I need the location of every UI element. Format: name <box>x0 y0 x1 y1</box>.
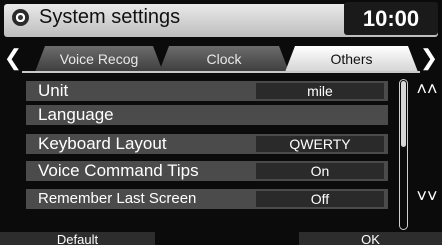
tab-divider <box>22 71 420 73</box>
tab-clock[interactable]: Clock <box>159 46 289 72</box>
setting-row-keyboard-layout[interactable]: Keyboard Layout QWERTY <box>26 134 388 154</box>
setting-row-language[interactable]: Language <box>26 105 388 125</box>
setting-label: Keyboard Layout <box>38 134 167 153</box>
tab-bar: ❮ Voice Recog Clock Others ❯ <box>0 43 442 72</box>
scrollbar-thumb[interactable] <box>401 81 406 147</box>
setting-value: mile <box>256 83 384 99</box>
setting-row-remember-last-screen[interactable]: Remember Last Screen Off <box>26 189 388 209</box>
setting-row-voice-command-tips[interactable]: Voice Command Tips On <box>26 161 388 181</box>
setting-value: QWERTY <box>256 136 384 152</box>
clock: 10:00 <box>344 2 438 35</box>
chevron-left-icon[interactable]: ❮ <box>2 43 24 72</box>
tab-others[interactable]: Others <box>285 46 418 72</box>
setting-label: Language <box>38 105 114 124</box>
setting-label: Voice Command Tips <box>38 161 199 180</box>
setting-value: On <box>256 163 384 179</box>
setting-label: Unit <box>38 81 69 100</box>
double-chevron-down-icon[interactable]: ˅˅ <box>416 185 438 207</box>
default-button[interactable]: Default <box>0 232 155 245</box>
chevron-right-icon[interactable]: ❯ <box>418 43 440 72</box>
page-title: System settings <box>39 6 181 28</box>
tab-voice-recog[interactable]: Voice Recog <box>35 46 163 72</box>
gear-icon <box>12 9 29 26</box>
setting-row-unit[interactable]: Unit mile <box>26 81 388 101</box>
double-chevron-up-icon[interactable]: ˄˄ <box>416 78 438 100</box>
setting-label: Remember Last Screen <box>38 190 197 207</box>
setting-value: Off <box>256 191 384 207</box>
ok-button[interactable]: OK <box>299 232 442 245</box>
